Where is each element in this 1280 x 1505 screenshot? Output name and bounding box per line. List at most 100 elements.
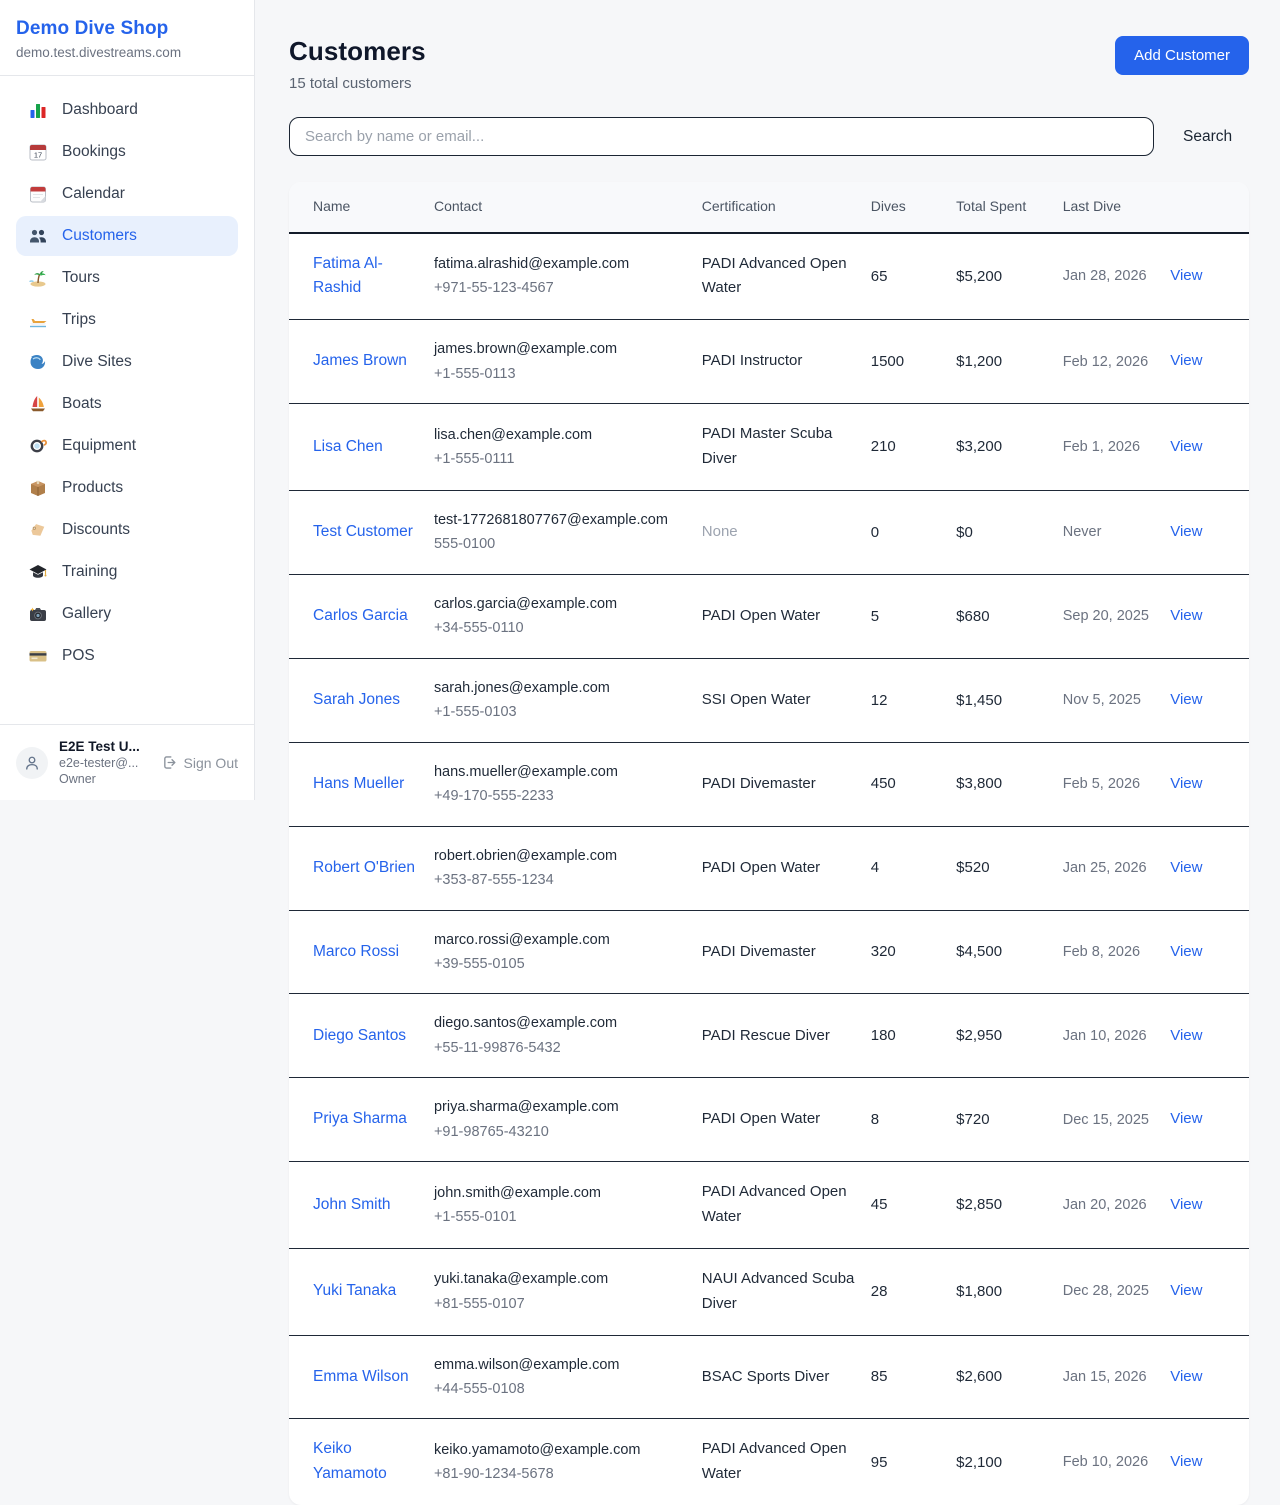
customer-name-link[interactable]: James Brown	[313, 352, 407, 369]
camera-icon	[28, 604, 48, 624]
customer-dives: 320	[871, 922, 956, 981]
column-header-actions	[1170, 193, 1249, 221]
sidebar-item-trips[interactable]: Trips	[16, 300, 238, 340]
customer-name-link[interactable]: Sarah Jones	[313, 691, 400, 708]
view-customer-link[interactable]: View	[1170, 438, 1202, 455]
tag-icon	[28, 520, 48, 540]
customer-name-link[interactable]: Carlos Garcia	[313, 607, 408, 624]
search-button[interactable]: Search	[1181, 124, 1234, 150]
wave-icon	[28, 352, 48, 372]
customer-name-link[interactable]: Lisa Chen	[313, 438, 383, 455]
sidebar-item-dashboard[interactable]: Dashboard	[16, 90, 238, 130]
customer-dives: 85	[871, 1347, 956, 1406]
customer-contact: sarah.jones@example.com+1-555-0103	[434, 659, 702, 742]
customer-dives: 1500	[871, 332, 956, 391]
sidebar-item-label: Training	[62, 563, 117, 581]
sidebar-item-customers[interactable]: Customers	[16, 216, 238, 256]
customer-name-link[interactable]: Test Customer	[313, 523, 413, 540]
view-customer-link[interactable]: View	[1170, 1027, 1202, 1044]
customer-contact: yuki.tanaka@example.com+81-555-0107	[434, 1250, 702, 1333]
column-header-name: Name	[289, 182, 434, 232]
customer-last-dive: Sep 20, 2025	[1063, 587, 1171, 645]
customer-contact: fatima.alrashid@example.com+971-55-123-4…	[434, 235, 702, 318]
user-meta: E2E Test U... e2e-tester@... Owner	[59, 739, 140, 786]
customers-icon	[28, 226, 48, 246]
customer-name-link[interactable]: Robert O'Brien	[313, 859, 415, 876]
view-customer-link[interactable]: View	[1170, 352, 1202, 369]
customer-email: marco.rossi@example.com	[434, 929, 692, 951]
view-customer-link[interactable]: View	[1170, 607, 1202, 624]
sidebar-item-discounts[interactable]: Discounts	[16, 510, 238, 550]
sidebar-item-bookings[interactable]: 17Bookings	[16, 132, 238, 172]
customer-certification: SSI Open Water	[702, 691, 811, 708]
customer-phone: +81-555-0107	[434, 1293, 692, 1315]
customer-phone: +44-555-0108	[434, 1378, 692, 1400]
view-customer-link[interactable]: View	[1170, 267, 1202, 284]
customer-name-link[interactable]: Marco Rossi	[313, 943, 399, 960]
search-input[interactable]	[289, 117, 1154, 156]
sidebar-item-tours[interactable]: Tours	[16, 258, 238, 298]
customer-contact: john.smith@example.com+1-555-0101	[434, 1164, 702, 1247]
customer-email: sarah.jones@example.com	[434, 677, 692, 699]
customer-dives: 0	[871, 503, 956, 562]
column-header-last-dive: Last Dive	[1063, 182, 1171, 232]
table-row: Lisa Chenlisa.chen@example.com+1-555-011…	[289, 404, 1249, 491]
table-row: Emma Wilson emma.wilson@example.com+44-55…	[289, 1336, 1249, 1420]
customer-name-link[interactable]: Priya Sharma	[313, 1110, 407, 1127]
customer-name-link[interactable]: Emma Wilson	[313, 1368, 409, 1385]
customer-last-dive: Never	[1063, 503, 1171, 561]
customer-total-spent: $680	[956, 587, 1063, 646]
island-icon	[28, 268, 48, 288]
customer-total-spent: $1,450	[956, 671, 1063, 730]
customer-last-dive: Feb 1, 2026	[1063, 418, 1171, 476]
customer-last-dive: Feb 5, 2026	[1063, 755, 1171, 813]
sidebar-item-label: Calendar	[62, 185, 125, 203]
sidebar-item-gallery[interactable]: Gallery	[16, 594, 238, 634]
sidebar-item-pos[interactable]: POS	[16, 636, 238, 676]
sidebar-item-calendar[interactable]: Calendar	[16, 174, 238, 214]
table-body: Fatima Al-Rashid fatima.alrashid@example.…	[289, 234, 1249, 1505]
view-customer-link[interactable]: View	[1170, 859, 1202, 876]
sidebar-item-label: Tours	[62, 269, 100, 287]
customer-name-link[interactable]: Diego Santos	[313, 1027, 406, 1044]
customer-dives: 45	[871, 1175, 956, 1234]
customer-dives: 65	[871, 247, 956, 306]
sidebar-item-label: Gallery	[62, 605, 111, 623]
sidebar-item-dive-sites[interactable]: Dive Sites	[16, 342, 238, 382]
view-customer-link[interactable]: View	[1170, 1368, 1202, 1385]
view-customer-link[interactable]: View	[1170, 1110, 1202, 1127]
customer-contact: carlos.garcia@example.com+34-555-0110	[434, 575, 702, 658]
add-customer-button[interactable]: Add Customer	[1115, 36, 1249, 75]
total-customers-count: 15 total customers	[289, 75, 426, 92]
view-customer-link[interactable]: View	[1170, 1453, 1202, 1470]
sidebar-item-equipment[interactable]: Equipment	[16, 426, 238, 466]
dashboard-icon	[28, 100, 48, 120]
customer-name-link[interactable]: Keiko Yamamoto	[313, 1440, 387, 1482]
sidebar-item-products[interactable]: Products	[16, 468, 238, 508]
sidebar-item-training[interactable]: Training	[16, 552, 238, 592]
view-customer-link[interactable]: View	[1170, 943, 1202, 960]
customer-name-link[interactable]: Fatima Al-Rashid	[313, 255, 383, 297]
user-footer: E2E Test U... e2e-tester@... Owner Sign …	[0, 724, 254, 800]
sidebar-item-boats[interactable]: Boats	[16, 384, 238, 424]
customer-last-dive: Feb 8, 2026	[1063, 923, 1171, 981]
view-customer-link[interactable]: View	[1170, 523, 1202, 540]
customer-name-link[interactable]: Hans Mueller	[313, 775, 404, 792]
table-row: Hans Muellerhans.mueller@example.com+49-…	[289, 743, 1249, 827]
table-row: Diego Santosdiego.santos@example.com+55-…	[289, 994, 1249, 1078]
view-customer-link[interactable]: View	[1170, 1282, 1202, 1299]
customer-name-link[interactable]: John Smith	[313, 1196, 391, 1213]
customer-dives: 450	[871, 754, 956, 813]
customer-dives: 210	[871, 417, 956, 476]
customer-dives: 5	[871, 587, 956, 646]
customer-last-dive: Jan 15, 2026	[1063, 1348, 1171, 1406]
table-row: John Smith john.smith@example.com+1-555-0…	[289, 1162, 1249, 1249]
customer-total-spent: $3,800	[956, 754, 1063, 813]
view-customer-link[interactable]: View	[1170, 775, 1202, 792]
customer-contact: emma.wilson@example.com+44-555-0108	[434, 1336, 702, 1419]
customer-name-link[interactable]: Yuki Tanaka	[313, 1282, 396, 1299]
view-customer-link[interactable]: View	[1170, 691, 1202, 708]
view-customer-link[interactable]: View	[1170, 1196, 1202, 1213]
sign-out-button[interactable]: Sign Out	[161, 754, 238, 771]
customer-certification: PADI Advanced Open Water	[702, 1183, 847, 1225]
